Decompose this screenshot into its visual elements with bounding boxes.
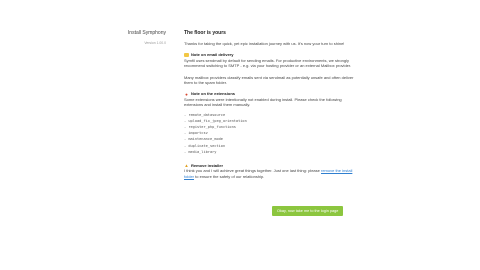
- envelope-icon: [184, 53, 189, 58]
- extensions-text: Some extensions were intentionally not e…: [184, 96, 342, 108]
- app-title: Install Symphony: [127, 30, 166, 36]
- login-page-button[interactable]: Okay, now take me to the login page: [272, 206, 344, 216]
- email-paragraph-1: Symfil uses sendmail by default for send…: [184, 57, 352, 69]
- email-paragraph-2: Many mailbox providers classify emails s…: [184, 74, 354, 86]
- extensions-list: remote_datasource upload_fix_jpeg_orient…: [184, 112, 360, 155]
- pin-icon: ●: [185, 91, 188, 97]
- remove-text-after: to ensure the safety of our relationship…: [195, 173, 265, 179]
- intro-text: Thanks for taking the quick, yet epic in…: [184, 41, 345, 46]
- page-title: The floor is yours: [184, 30, 226, 36]
- app-version: Version 1.00.0: [144, 41, 166, 45]
- remove-text: I think you and I will achieve great thi…: [184, 168, 360, 179]
- main-content: The floor is yours Thanks for taking the…: [184, 30, 360, 185]
- extension-item: media_library: [184, 149, 360, 155]
- sidebar: Install Symphony Version 1.00.0: [120, 30, 166, 45]
- remove-text-before: I think you and I will achieve great thi…: [184, 168, 320, 174]
